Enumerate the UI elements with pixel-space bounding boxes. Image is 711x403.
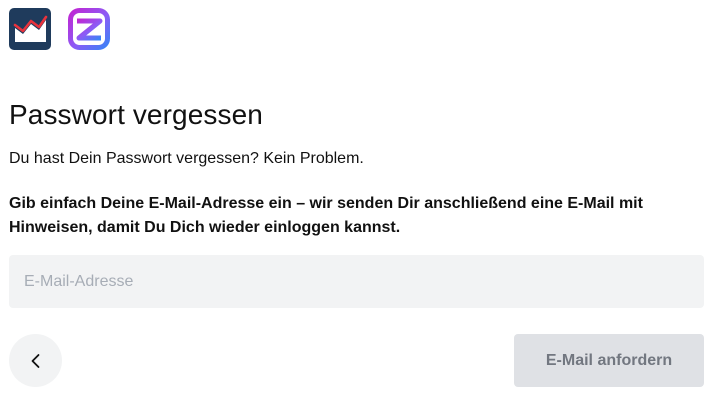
page-title: Passwort vergessen [9,99,263,130]
instructions-text: Gib einfach Deine E-Mail-Adresse ein – w… [9,195,643,236]
forgot-password-page: Passwort vergessen Du hast Dein Passwort… [0,0,711,403]
app-logos [9,8,110,50]
back-button[interactable] [9,334,62,387]
request-email-button[interactable]: E-Mail anfordern [514,334,704,387]
email-field[interactable] [9,255,704,308]
chevron-left-icon [31,353,39,368]
chart-app-logo-icon [9,8,51,50]
z-app-logo-icon [68,8,110,50]
intro-text: Du hast Dein Passwort vergessen? Kein Pr… [9,150,364,167]
